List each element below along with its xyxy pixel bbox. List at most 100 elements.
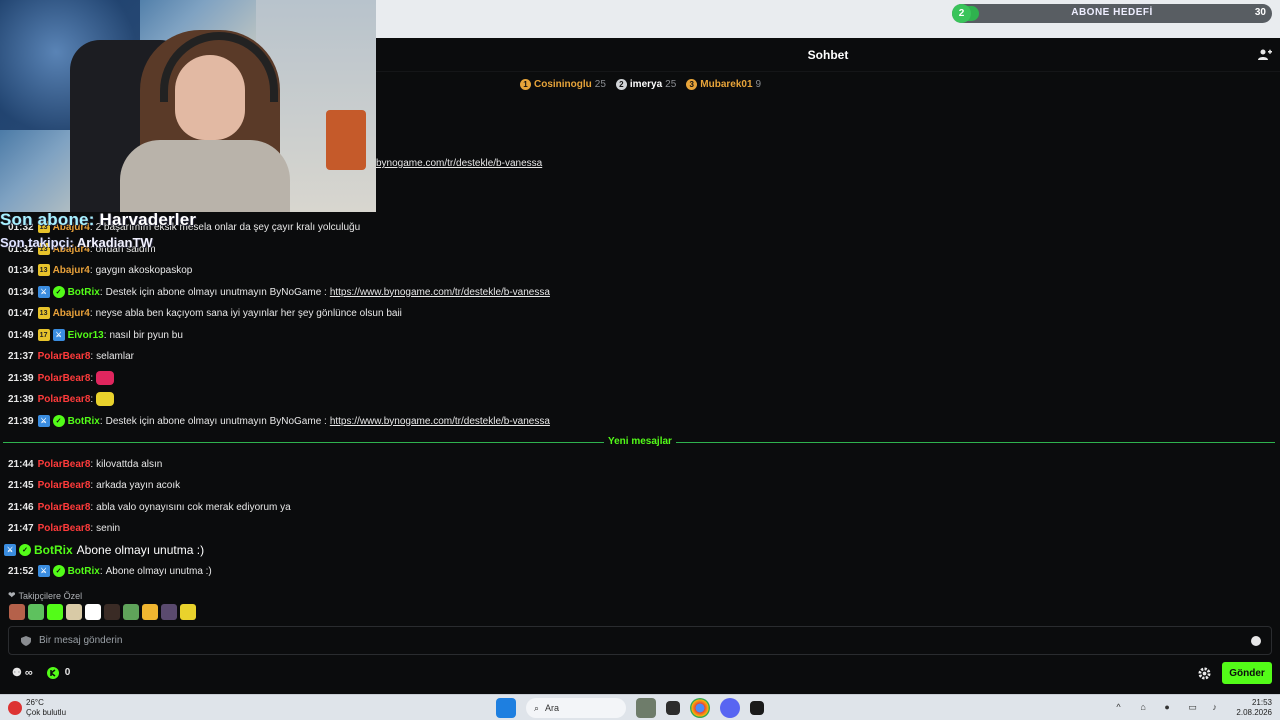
message-colon: : — [89, 307, 93, 319]
chevron-up-icon[interactable]: ^ — [1116, 702, 1128, 714]
emote-button[interactable] — [85, 604, 101, 620]
display-icon[interactable]: ▭ — [1188, 702, 1200, 714]
message-username[interactable]: Abajur4 — [53, 308, 90, 319]
message-colon: : — [99, 415, 103, 427]
message-colon: : — [90, 372, 94, 384]
partial-link[interactable]: bynogame.com/tr/destekle/b-vanessa — [376, 158, 542, 169]
medal-icon: 1 — [520, 78, 531, 90]
message-colon: : — [89, 264, 93, 276]
emote-button[interactable] — [104, 604, 120, 620]
heart-icon: ❤ — [8, 590, 16, 600]
message-username[interactable]: BotRix — [68, 416, 100, 427]
microphone-icon[interactable]: ● — [1164, 702, 1176, 714]
message-link[interactable]: https://www.bynogame.com/tr/destekle/b-v… — [330, 287, 550, 298]
widgets-icon[interactable] — [636, 698, 656, 718]
emote-button[interactable] — [161, 604, 177, 620]
share-infinity-icon[interactable]: ⚉ ∞ — [12, 666, 33, 679]
bot-alert-text: Abone olmayı unutma :) — [76, 543, 205, 557]
emote-button[interactable] — [142, 604, 158, 620]
weather-condition: Çok bulutlu — [26, 708, 67, 717]
message-username[interactable]: BotRix — [68, 566, 100, 577]
chat-message: 01:34 13 Abajur4: gaygın akoskopaskop — [8, 263, 192, 277]
kick-app-icon[interactable] — [750, 701, 764, 715]
leaderboard-count: 25 — [665, 78, 677, 90]
message-link[interactable]: https://www.bynogame.com/tr/destekle/b-v… — [330, 416, 550, 427]
message-username[interactable]: PolarBear8 — [38, 523, 91, 534]
last-follower-label: Son takipçi: — [0, 235, 74, 250]
chat-message: 21:44 PolarBear8: kilovattda alsın — [8, 457, 162, 471]
subscriber-badge-icon: 17 — [37, 329, 50, 341]
message-username[interactable]: PolarBear8 — [38, 480, 91, 491]
leaderboard-item[interactable]: 1 Cosininoglu 25 — [520, 77, 606, 91]
message-username[interactable]: PolarBear8 — [38, 459, 91, 470]
discord-icon[interactable] — [720, 698, 740, 718]
chat-message: 01:34 ⚔ ✓ BotRix: Destek için abone olmayı u… — [8, 285, 550, 299]
chat-input-box[interactable] — [8, 626, 1272, 655]
leaderboard-count: 9 — [755, 78, 762, 90]
last-subscriber-name: Harvaderler — [99, 210, 197, 229]
weather-widget[interactable]: 26°C Çok bulutlu — [8, 698, 66, 718]
emote-button[interactable] — [47, 604, 63, 620]
leaderboard-count: 25 — [594, 78, 606, 90]
bot-alert-user: BotRix — [34, 543, 73, 557]
windows-start-icon[interactable] — [496, 698, 516, 718]
volume-icon[interactable]: ♪ — [1212, 702, 1224, 714]
message-text: neyse abla ben kaçıyom sana iyi yayınlar… — [95, 307, 402, 319]
send-button[interactable]: Gönder — [1222, 662, 1272, 684]
chat-message: 21:45 PolarBear8: arkada yayın acoık — [8, 478, 180, 492]
users-icon[interactable] — [1258, 48, 1272, 62]
message-colon: : — [90, 458, 94, 470]
message-username[interactable]: PolarBear8 — [38, 373, 91, 384]
emote-button[interactable] — [123, 604, 139, 620]
message-time: 21:52 — [8, 565, 34, 577]
chat-message: 01:47 13 Abajur4: neyse abla ben kaçıyom sa… — [8, 306, 402, 320]
windows-taskbar: 26°C Çok bulutlu ⌕ Ara ^ ⌂ ● ▭ ♪ 21:53 2 — [0, 694, 1280, 720]
emote-button[interactable] — [9, 604, 25, 620]
medal-icon: 3 — [686, 78, 698, 90]
chat-message: 21:39 PolarBear8: — [8, 392, 115, 406]
last-subscriber-label: Son abone: — [0, 210, 95, 229]
moderator-sword-icon: ⚔ — [37, 565, 50, 577]
emote-button[interactable] — [28, 604, 44, 620]
message-text: senin — [96, 522, 121, 534]
emote-button[interactable] — [180, 604, 196, 620]
message-username[interactable]: PolarBear8 — [38, 394, 91, 405]
message-time: 21:44 — [8, 458, 34, 470]
message-username[interactable]: PolarBear8 — [38, 502, 91, 513]
message-time: 01:47 — [8, 307, 34, 319]
file-explorer-icon[interactable] — [666, 701, 680, 715]
message-username[interactable]: Eivor13 — [68, 330, 104, 341]
kick-points[interactable]: 0 — [46, 666, 70, 679]
chat-message: 21:52 ⚔ ✓ BotRix: Abone olmayı unutma :) — [8, 564, 212, 578]
emote-button[interactable] — [66, 604, 82, 620]
gear-icon[interactable] — [1198, 667, 1211, 680]
message-time: 21:47 — [8, 522, 34, 534]
stream-screen: { "goal": { "count": "2", "label": "ABON… — [0, 0, 1280, 720]
message-username[interactable]: Abajur4 — [53, 265, 90, 276]
taskbar-search[interactable]: ⌕ Ara — [526, 698, 626, 718]
clock[interactable]: 21:53 2.08.2026 — [1236, 698, 1272, 718]
message-username[interactable]: PolarBear8 — [38, 351, 91, 362]
chat-message: 21:39 ⚔ ✓ BotRix: Destek için abone olmayı u… — [8, 414, 550, 428]
leaderboard-name: imerya — [629, 78, 663, 90]
message-username[interactable]: BotRix — [68, 287, 100, 298]
last-follower-name: ArkadianTW — [76, 235, 153, 250]
chat-message-input[interactable] — [39, 627, 1239, 654]
network-icon[interactable]: ⌂ — [1140, 702, 1152, 714]
leaderboard-item[interactable]: 3 Mubarek01 9 — [686, 77, 761, 91]
message-text: Destek için abone olmayı unutmayın ByNoG… — [105, 415, 327, 427]
message-text: gaygın akoskopaskop — [95, 264, 193, 276]
chrome-icon[interactable] — [690, 698, 710, 718]
leaderboard-item[interactable]: 2 imerya 25 — [615, 77, 677, 91]
search-icon: ⌕ — [534, 702, 540, 713]
message-colon: : — [90, 501, 94, 513]
medal-icon: 2 — [615, 78, 627, 90]
message-time: 21:39 — [8, 372, 34, 384]
moderator-sword-icon: ⚔ — [37, 415, 50, 427]
emoji-picker-icon[interactable] — [1251, 636, 1261, 646]
kick-points-icon — [46, 666, 59, 679]
message-time: 21:39 — [8, 415, 34, 427]
goal-target: 30 — [1254, 7, 1266, 18]
moderator-sword-icon: ⚔ — [4, 544, 16, 556]
message-text: abla valo oynayısını cok merak ediyorum … — [96, 501, 291, 513]
